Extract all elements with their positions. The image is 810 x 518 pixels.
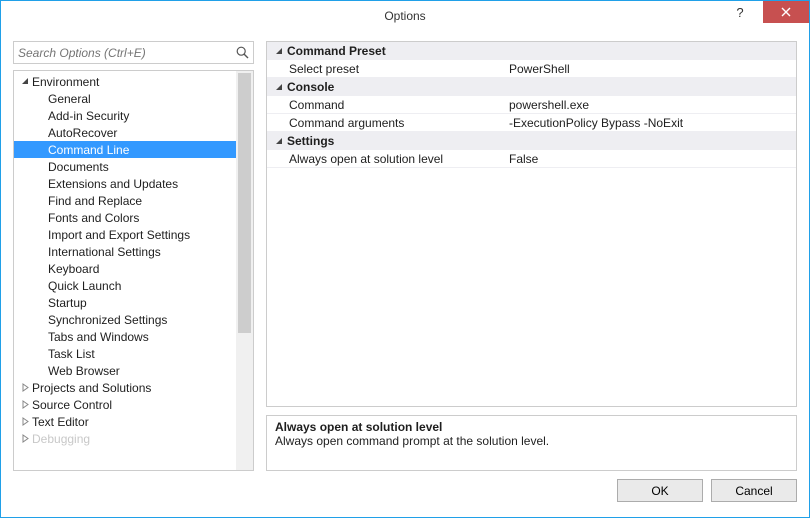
tree-item-label: Extensions and Updates xyxy=(48,177,178,191)
close-button[interactable] xyxy=(763,1,809,23)
tree-item[interactable]: Keyboard xyxy=(14,260,253,277)
property-row[interactable]: Commandpowershell.exe xyxy=(267,96,796,114)
tree-item-label: Fonts and Colors xyxy=(48,211,139,225)
tree-item-label: Quick Launch xyxy=(48,279,121,293)
property-value[interactable]: -ExecutionPolicy Bypass -NoExit xyxy=(503,116,796,130)
tree-item-label: Import and Export Settings xyxy=(48,228,190,242)
help-button[interactable]: ? xyxy=(717,1,763,23)
property-name: Command xyxy=(267,98,503,112)
tree-item[interactable]: Environment xyxy=(14,73,253,90)
tree-item-label: Add-in Security xyxy=(48,109,129,123)
collapse-icon[interactable] xyxy=(271,137,287,146)
tree-item-label: Documents xyxy=(48,160,109,174)
description-box: Always open at solution level Always ope… xyxy=(266,415,797,471)
tree-item[interactable]: Command Line xyxy=(14,141,253,158)
tree-item-label: Startup xyxy=(48,296,87,310)
tree-item-label: Projects and Solutions xyxy=(32,381,151,395)
tree-item[interactable]: Extensions and Updates xyxy=(14,175,253,192)
tree-item[interactable]: Web Browser xyxy=(14,362,253,379)
tree-item[interactable]: Documents xyxy=(14,158,253,175)
tree-item-label: Find and Replace xyxy=(48,194,142,208)
property-name: Always open at solution level xyxy=(267,152,503,166)
tree-item-label: Source Control xyxy=(32,398,112,412)
tree-item[interactable]: Text Editor xyxy=(14,413,253,430)
property-value[interactable]: False xyxy=(503,152,796,166)
property-value[interactable]: PowerShell xyxy=(503,62,796,76)
tree-item[interactable]: Tabs and Windows xyxy=(14,328,253,345)
expand-icon[interactable] xyxy=(18,400,32,409)
property-row[interactable]: Always open at solution levelFalse xyxy=(267,150,796,168)
close-icon xyxy=(781,7,791,17)
tree-item[interactable]: Debugging xyxy=(14,430,253,447)
tree-item[interactable]: AutoRecover xyxy=(14,124,253,141)
tree-item-label: International Settings xyxy=(48,245,161,259)
collapse-icon[interactable] xyxy=(18,77,32,86)
property-row[interactable]: Select presetPowerShell xyxy=(267,60,796,78)
tree-item-label: Web Browser xyxy=(48,364,120,378)
tree-item[interactable]: Startup xyxy=(14,294,253,311)
tree-item-label: Text Editor xyxy=(32,415,89,429)
tree-item[interactable]: Task List xyxy=(14,345,253,362)
search-box[interactable] xyxy=(13,41,254,64)
property-category-title: Console xyxy=(287,80,334,94)
collapse-icon[interactable] xyxy=(271,83,287,92)
expand-icon[interactable] xyxy=(18,434,32,443)
tree-item-label: Keyboard xyxy=(48,262,99,276)
tree-item-label: Command Line xyxy=(48,143,129,157)
property-grid[interactable]: Command Preset Select presetPowerShell Con… xyxy=(266,41,797,407)
tree-item[interactable]: Source Control xyxy=(14,396,253,413)
tree-item[interactable]: Synchronized Settings xyxy=(14,311,253,328)
property-value[interactable]: powershell.exe xyxy=(503,98,796,112)
scrollbar-thumb[interactable] xyxy=(238,73,251,333)
options-tree[interactable]: Environment General Add-in Security AutoRec… xyxy=(13,70,254,471)
options-dialog: Options ? Environment General Add-in Secur… xyxy=(0,0,810,518)
tree-item[interactable]: General xyxy=(14,90,253,107)
tree-scrollbar[interactable] xyxy=(236,71,253,470)
tree-item[interactable]: Quick Launch xyxy=(14,277,253,294)
tree-item-label: AutoRecover xyxy=(48,126,117,140)
property-row[interactable]: Command arguments-ExecutionPolicy Bypass… xyxy=(267,114,796,132)
tree-item[interactable]: Import and Export Settings xyxy=(14,226,253,243)
collapse-icon[interactable] xyxy=(271,47,287,56)
search-input[interactable] xyxy=(14,46,231,60)
tree-item-label: Environment xyxy=(32,75,99,89)
system-buttons: ? xyxy=(717,1,809,23)
description-text: Always open command prompt at the soluti… xyxy=(275,434,788,448)
tree-item[interactable]: International Settings xyxy=(14,243,253,260)
tree-item[interactable]: Fonts and Colors xyxy=(14,209,253,226)
property-category[interactable]: Console xyxy=(267,78,796,96)
description-heading: Always open at solution level xyxy=(275,420,788,434)
property-name: Select preset xyxy=(267,62,503,76)
tree-item-label: Tabs and Windows xyxy=(48,330,149,344)
ok-button[interactable]: OK xyxy=(617,479,703,502)
right-panel: Command Preset Select presetPowerShell Con… xyxy=(266,41,797,471)
tree-item[interactable]: Add-in Security xyxy=(14,107,253,124)
dialog-footer: OK Cancel xyxy=(1,471,809,517)
property-category[interactable]: Command Preset xyxy=(267,42,796,60)
property-category-title: Settings xyxy=(287,134,334,148)
tree-item-label: Task List xyxy=(48,347,95,361)
search-icon[interactable] xyxy=(231,46,253,59)
tree-item-label: Synchronized Settings xyxy=(48,313,167,327)
tree-item[interactable]: Find and Replace xyxy=(14,192,253,209)
property-category[interactable]: Settings xyxy=(267,132,796,150)
window-title: Options xyxy=(1,9,809,23)
expand-icon[interactable] xyxy=(18,417,32,426)
tree-item-label: General xyxy=(48,92,91,106)
expand-icon[interactable] xyxy=(18,383,32,392)
tree-item[interactable]: Projects and Solutions xyxy=(14,379,253,396)
titlebar[interactable]: Options ? xyxy=(1,1,809,31)
left-panel: Environment General Add-in Security AutoRec… xyxy=(13,41,254,471)
tree-item-label: Debugging xyxy=(32,432,90,446)
property-category-title: Command Preset xyxy=(287,44,386,58)
cancel-button[interactable]: Cancel xyxy=(711,479,797,502)
property-name: Command arguments xyxy=(267,116,503,130)
